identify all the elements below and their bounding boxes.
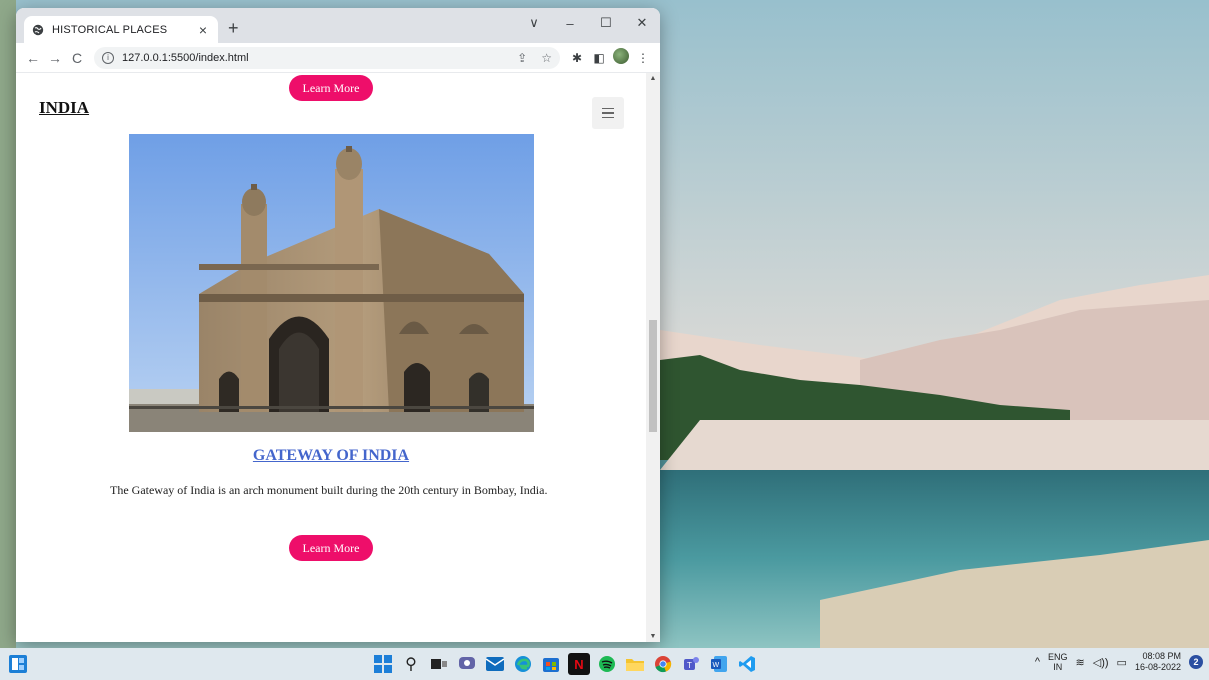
clock-date: 16-08-2022 (1134, 662, 1181, 672)
spotify-icon[interactable] (596, 653, 618, 675)
scroll-up-arrow-icon[interactable]: ▲ (646, 75, 660, 82)
widgets-icon[interactable] (8, 654, 28, 674)
taskbar: ⚲ N T W ^ ENG IN ≋ ◁)) ▭ 08:08 PM 16-08-… (0, 648, 1209, 680)
mail-icon[interactable] (484, 653, 506, 675)
window-controls: ∨ – ☐ ✕ (516, 8, 660, 38)
notification-badge[interactable]: 2 (1189, 655, 1203, 669)
card-title-link[interactable]: GATEWAY OF INDIA (16, 447, 646, 465)
volume-icon[interactable]: ◁)) (1093, 656, 1109, 669)
maximize-button[interactable]: ☐ (588, 15, 624, 31)
close-window-button[interactable]: ✕ (624, 15, 660, 31)
share-icon[interactable]: ⇪ (517, 51, 527, 65)
chrome-icon[interactable] (652, 653, 674, 675)
card-description: The Gateway of India is an arch monument… (110, 483, 548, 497)
battery-icon[interactable]: ▭ (1117, 656, 1127, 669)
browser-toolbar: ← → C i 127.0.0.1:5500/index.html ⇪ ☆ ✱ … (16, 43, 660, 73)
url-text[interactable]: 127.0.0.1:5500/index.html (122, 52, 503, 64)
browser-tab[interactable]: HISTORICAL PLACES × (24, 16, 218, 43)
task-view-icon[interactable] (428, 653, 450, 675)
globe-icon (32, 24, 44, 35)
avatar (613, 48, 629, 64)
learn-more-button-top[interactable]: Learn More (289, 75, 373, 101)
svg-text:T: T (687, 661, 692, 670)
start-icon[interactable] (372, 653, 394, 675)
new-tab-button[interactable]: + (228, 18, 239, 39)
tab-close-icon[interactable]: × (196, 22, 210, 38)
netflix-icon[interactable]: N (568, 653, 590, 675)
search-icon[interactable]: ⚲ (400, 653, 422, 675)
tab-title: HISTORICAL PLACES (52, 23, 168, 36)
clock-time: 08:08 PM (1142, 651, 1181, 661)
language-code: ENG (1048, 652, 1068, 662)
vscode-icon[interactable] (736, 653, 758, 675)
chat-icon[interactable] (456, 653, 478, 675)
site-brand[interactable]: INDIA (39, 98, 89, 118)
system-tray: ^ ENG IN ≋ ◁)) ▭ 08:08 PM 16-08-2022 2 (1035, 651, 1203, 673)
language-indicator[interactable]: ENG IN (1048, 652, 1068, 672)
gateway-of-india-photo (129, 134, 534, 432)
page-viewport: Learn More INDIA GATEWAY OF INDIA The Ga… (16, 73, 660, 642)
page-scrollbar[interactable]: ▲ ▼ (646, 73, 660, 642)
profile-avatar[interactable] (610, 48, 632, 67)
menu-kebab-icon[interactable]: ⋮ (632, 51, 654, 65)
browser-window: HISTORICAL PLACES × + ∨ – ☐ ✕ ← → C i 12… (16, 8, 660, 642)
side-panel-icon[interactable]: ◧ (588, 51, 610, 65)
minimize-button[interactable]: – (552, 16, 588, 31)
svg-text:W: W (713, 662, 720, 669)
taskbar-apps: ⚲ N T W (372, 653, 758, 675)
scroll-down-arrow-icon[interactable]: ▼ (646, 633, 660, 640)
teams-icon[interactable]: T (680, 653, 702, 675)
tab-search-chevron-icon[interactable]: ∨ (516, 15, 552, 31)
site-info-icon[interactable]: i (102, 51, 114, 64)
scrollbar-thumb[interactable] (649, 320, 657, 432)
folder-icon[interactable] (624, 653, 646, 675)
tab-strip: HISTORICAL PLACES × + ∨ – ☐ ✕ (16, 8, 660, 43)
address-bar[interactable]: i 127.0.0.1:5500/index.html ⇪ ☆ (94, 46, 560, 69)
reload-icon[interactable]: C (66, 50, 88, 66)
clock[interactable]: 08:08 PM 16-08-2022 (1135, 651, 1181, 673)
extensions-puzzle-icon[interactable]: ✱ (566, 51, 588, 65)
forward-arrow-icon[interactable]: → (44, 50, 66, 66)
store-icon[interactable] (540, 653, 562, 675)
chevron-up-icon[interactable]: ^ (1035, 656, 1040, 668)
wifi-icon[interactable]: ≋ (1076, 656, 1085, 669)
bookmark-star-icon[interactable]: ☆ (541, 51, 552, 65)
learn-more-button[interactable]: Learn More (289, 535, 373, 561)
back-arrow-icon[interactable]: ← (22, 50, 44, 66)
word-icon[interactable]: W (708, 653, 730, 675)
hamburger-menu-icon[interactable] (592, 97, 624, 129)
edge-icon[interactable] (512, 653, 534, 675)
region-code: IN (1053, 662, 1063, 672)
